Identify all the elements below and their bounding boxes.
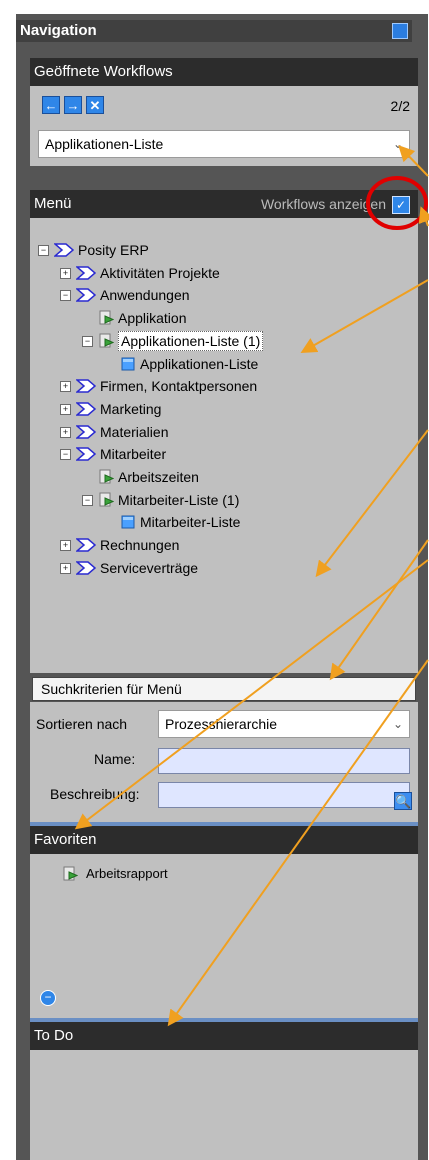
workflow-count: 2/2 — [390, 98, 410, 114]
open-workflow-select-value: Applikationen-Liste — [45, 136, 164, 152]
menu-title: Menü — [34, 195, 72, 212]
tree-node-label: Materialien — [100, 423, 169, 440]
open-workflows-panel: ← → ✕ 2/2 Applikationen-Liste ⌄ — [30, 86, 418, 166]
search-criteria-header[interactable]: Suchkriterien für Menü — [32, 677, 416, 701]
favorite-item[interactable]: Arbeitsrapport — [86, 866, 168, 881]
tree-node-label: Mitarbeiter-Liste — [140, 514, 241, 531]
open-workflows-header: Geöffnete Workflows — [30, 58, 418, 86]
collapse-icon[interactable]: − — [82, 335, 93, 347]
window-icon — [120, 356, 136, 372]
expand-icon[interactable]: + — [60, 267, 71, 279]
collapse-icon[interactable]: − — [60, 290, 71, 302]
favorites-header: Favoriten — [30, 826, 418, 854]
description-field[interactable] — [158, 782, 410, 808]
sort-label: Sortieren nach — [36, 716, 128, 732]
chevron-right-icon — [76, 447, 96, 461]
expand-icon[interactable]: + — [60, 403, 71, 415]
tree-node-label: Applikationen-Liste (1) — [118, 330, 264, 351]
open-workflow-select[interactable]: Applikationen-Liste ⌄ — [38, 130, 410, 158]
search-criteria-panel-bottom — [30, 810, 418, 822]
tree-node-label: Applikation — [118, 310, 187, 327]
navigation-title: Navigation — [20, 22, 97, 39]
tree-node-label: Applikationen-Liste — [140, 355, 259, 372]
todo-header: To Do — [30, 1022, 418, 1050]
expand-icon[interactable]: + — [60, 381, 71, 393]
chevron-right-icon — [76, 288, 96, 302]
navigation-header: Navigation — [16, 20, 412, 42]
pin-icon[interactable] — [392, 23, 408, 39]
sort-select-value: Prozesshierarchie — [165, 716, 278, 732]
chevron-right-icon — [76, 379, 96, 393]
chevron-right-icon — [76, 538, 96, 552]
chevron-right-icon — [76, 402, 96, 416]
expand-icon[interactable]: + — [60, 426, 71, 438]
forward-arrow-icon[interactable]: → — [64, 96, 82, 114]
tree-node-label: Marketing — [100, 400, 162, 417]
expand-icon[interactable]: + — [60, 540, 71, 552]
collapse-icon[interactable]: − — [82, 494, 93, 506]
name-label: Name: — [94, 751, 136, 767]
tree-node-label: Firmen, Kontaktpersonen — [100, 378, 258, 395]
expand-icon[interactable]: + — [60, 562, 71, 574]
search-criteria-panel: Sortieren nach Prozesshierarchie ⌄ Name:… — [30, 702, 418, 810]
chevron-right-icon — [54, 243, 74, 257]
document-icon — [98, 333, 114, 349]
menu-tree-panel: − Posity ERP + Aktivitäten Projekte − Anwendu… — [30, 218, 418, 673]
chevron-down-icon: ⌄ — [392, 137, 403, 151]
todo-title: To Do — [34, 1027, 74, 1044]
collapse-icon[interactable]: − — [60, 449, 71, 461]
collapse-icon[interactable]: − — [38, 245, 49, 256]
window-icon — [120, 514, 136, 530]
show-workflows-label: Workflows anzeigen — [260, 196, 386, 212]
search-icon[interactable]: 🔍 — [394, 792, 412, 810]
chevron-right-icon — [76, 561, 96, 575]
open-workflows-title: Geöffnete Workflows — [34, 63, 173, 80]
tree-node-label: Serviceverträge — [100, 559, 199, 576]
favorites-panel: Arbeitsrapport − — [30, 854, 418, 1018]
document-icon — [98, 310, 114, 326]
document-icon — [98, 469, 114, 485]
close-icon[interactable]: ✕ — [86, 96, 104, 114]
chevron-down-icon: ⌄ — [392, 717, 403, 731]
show-workflows-checkbox[interactable]: ✓ — [392, 196, 410, 214]
back-arrow-icon[interactable]: ← — [42, 96, 60, 114]
favorites-title: Favoriten — [34, 831, 97, 848]
description-label: Beschreibung: — [50, 786, 140, 802]
remove-icon[interactable]: − — [40, 990, 56, 1006]
tree-node-label: Mitarbeiter — [100, 446, 167, 463]
document-icon — [62, 866, 78, 882]
tree-node-label: Posity ERP — [78, 242, 149, 258]
tree-node-label: Anwendungen — [100, 287, 190, 304]
tree-node-label: Rechnungen — [100, 537, 180, 554]
tree-node-label: Mitarbeiter-Liste (1) — [118, 491, 240, 508]
sort-select[interactable]: Prozesshierarchie ⌄ — [158, 710, 410, 738]
chevron-right-icon — [76, 266, 96, 280]
menu-header: Menü Workflows anzeigen ✓ — [30, 190, 418, 218]
todo-panel — [30, 1050, 418, 1160]
document-icon — [98, 492, 114, 508]
chevron-right-icon — [76, 425, 96, 439]
tree-node-label: Arbeitszeiten — [118, 469, 199, 485]
tree-node-label: Aktivitäten Projekte — [100, 264, 220, 281]
search-criteria-title: Suchkriterien für Menü — [41, 681, 182, 697]
name-field[interactable] — [158, 748, 410, 774]
